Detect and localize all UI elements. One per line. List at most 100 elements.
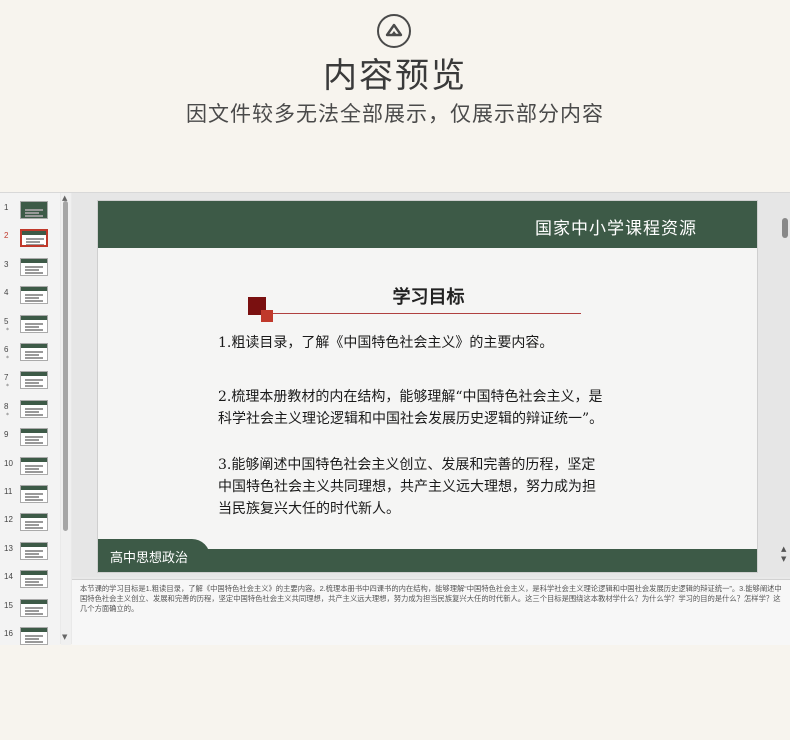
slide-thumbnail[interactable]: 6 * [0,343,58,367]
current-slide[interactable]: 国家中小学课程资源 学习目标 1.粗读目录，了解《中国特色社会主义》的主要内容。… [97,200,758,573]
slide-thumbnail[interactable]: 13 [0,541,58,566]
slide-thumbnail-image[interactable] [20,428,48,447]
thumbnail-banner [21,486,47,490]
thumbnail-text-line [25,578,43,581]
editor-scrollbar[interactable]: ▲ ▼ [780,203,790,577]
thumbnail-text-line [25,268,39,271]
slide-thumbnail-image[interactable] [20,570,48,589]
previous-slide-icon[interactable]: ▲ [781,545,786,553]
thumbnail-text-line [25,638,39,640]
thumbnail-banner [21,372,47,377]
slide-thumbnail[interactable]: 15 [0,598,58,623]
slide-thumbnail-number: 10 [4,458,13,468]
slide-thumbnail-number: 9 [4,430,9,440]
slide-thumbnail-image[interactable] [20,201,48,219]
thumbnail-text-line [25,493,43,495]
slide-thumbnail-image[interactable] [20,456,48,475]
thumbnail-text-line [26,241,40,244]
thumbnail-text-line [25,524,39,527]
thumbnail-text-line [25,351,43,353]
thumbnail-banner [21,571,47,576]
presentation-app: 1 2 3 4 5 * 6 * 7 * 8 * 9 10 11 12 13 14 15 16 ▲ ▼ 国家中小学课程资… [0,192,790,645]
thumbnail-text-line [25,606,43,609]
thumbnail-text-line [25,612,43,615]
slide-thumbnail[interactable]: 7 * [0,371,58,395]
thumbnail-text-line [25,385,43,388]
slide-thumbnail-image[interactable] [20,371,48,390]
thumbnail-banner [21,599,47,604]
slide-thumbnail[interactable]: 11 [0,485,58,509]
slide-thumbnail-number: 15 [4,600,13,610]
speaker-notes[interactable]: 本节课的学习目标是1.粗读目录，了解《中国特色社会主义》的主要内容。2.梳理本册… [72,579,790,645]
thumbnail-text-line [25,271,43,274]
slide-thumbnail[interactable]: 12 [0,513,58,537]
thumbnail-scrollbar-grip[interactable] [63,201,68,531]
thumbnail-text-line [25,635,43,637]
page-subtitle: 因文件较多无法全部展示，仅展示部分内容 [186,102,604,126]
thumbnail-text-line [25,325,39,328]
thumbnail-text-line [25,300,43,303]
thumbnail-banner [22,231,46,236]
slide-animation-marker: * [6,383,9,391]
slide-thumbnail-number: 7 [4,373,9,383]
thumbnail-text-line [25,439,39,442]
thumbnail-text-line [25,297,39,300]
thumbnail-text-line [25,521,43,524]
objective-3-line-3: 当民族复兴大任的时代新人。 [218,501,400,517]
thumbnail-scrollbar[interactable]: ▲ ▼ [61,193,71,645]
slide-thumbnail-image[interactable] [20,627,48,645]
objective-2-line-2: 科学社会主义理论逻辑和中国社会发展历史逻辑的辩证统一”。 [218,411,604,427]
slide-thumbnail[interactable]: 3 [0,257,58,282]
slide-thumbnail-number: 6 [4,345,9,354]
objective-3-line-2: 中国特色社会主义共同理想，共产主义远大理想，努力成为担 [218,479,596,495]
slide-thumbnail-image[interactable] [20,399,48,418]
thumbnail-text-line [25,265,43,268]
thumbnail-banner [21,344,47,348]
slide-thumbnail-image[interactable] [20,229,48,248]
thumbnail-text-line [25,464,43,467]
slide-thumbnail-image[interactable] [20,257,48,276]
thumbnail-banner [21,258,47,263]
slide-heading: 学习目标 [392,287,465,308]
objective-1: 1.粗读目录，了解《中国特色社会主义》的主要内容。 [218,335,554,351]
thumbnail-text-line [25,407,43,410]
slide-thumbnail[interactable]: 4 [0,286,58,310]
thumbnail-text-line [25,379,43,382]
thumbnail-banner [21,542,47,547]
slide-footer-text: 高中思想政治 [110,551,189,566]
thumbnail-text-line [25,357,43,359]
slide-thumbnail[interactable]: 16 [0,627,58,645]
slide-thumbnail-image[interactable] [20,513,48,532]
decorative-square-small [261,310,273,322]
slide-editor: 国家中小学课程资源 学习目标 1.粗读目录，了解《中国特色社会主义》的主要内容。… [72,193,790,577]
thumbnail-text-line [26,238,44,241]
slide-thumbnail-image[interactable] [20,598,48,617]
page-title: 内容预览 [323,56,467,96]
thumbnail-banner [21,628,47,632]
thumbnail-banner [21,287,47,292]
slide-thumbnail[interactable]: 1 [0,201,58,225]
thumbnail-text-line [25,581,39,584]
slide-thumbnail-image[interactable] [20,286,48,305]
thumbnail-text-line [25,382,39,385]
slide-thumbnail-image[interactable] [20,343,48,361]
slide-thumbnail[interactable]: 5 * [0,314,58,339]
slide-thumbnail[interactable]: 14 [0,570,58,594]
slide-thumbnail-number: 11 [4,487,13,496]
slide-banner-text: 国家中小学课程资源 [535,219,697,239]
slide-thumbnail-image[interactable] [20,485,48,503]
slide-thumbnail-image[interactable] [20,541,48,560]
thumbnail-banner [21,202,47,206]
thumbnail-text-line [25,328,43,331]
slide-thumbnail-number: 16 [4,629,13,638]
thumbnail-banner [21,457,47,462]
thumbnail-banner [21,514,47,519]
slide-thumbnail[interactable]: 2 [0,229,58,253]
editor-scrollbar-grip[interactable] [782,218,788,238]
thumbnail-banner [21,429,47,434]
slide-thumbnail[interactable]: 10 [0,456,58,481]
slide-thumbnail-image[interactable] [20,314,48,333]
slide-thumbnail[interactable]: 9 [0,428,58,452]
slide-thumbnail[interactable]: 8 * [0,399,58,424]
next-slide-icon[interactable]: ▼ [781,555,786,563]
